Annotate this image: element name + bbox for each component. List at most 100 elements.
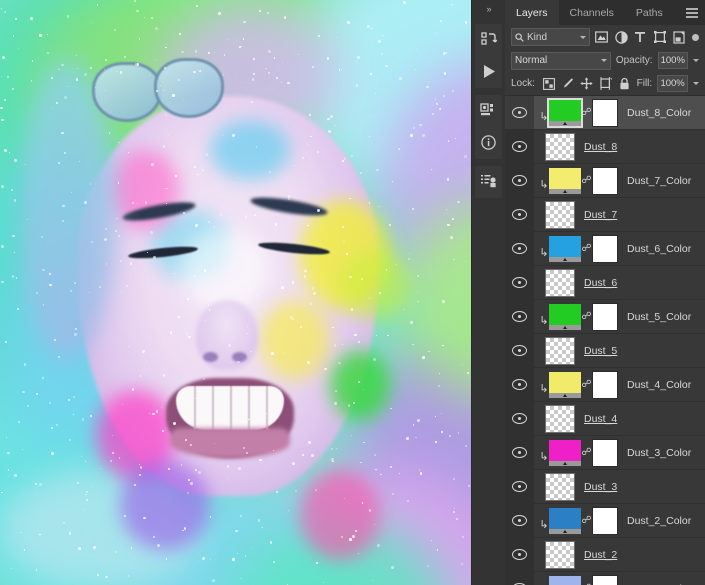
collapsed-panel-rail[interactable]: » (471, 0, 505, 585)
layer-row[interactable]: ↳ ☍ Dust_2_Color (505, 504, 705, 538)
layer-mask-thumbnail[interactable] (592, 438, 618, 467)
layer-fill-thumbnail[interactable] (549, 439, 581, 466)
layer-thumbnails[interactable] (534, 336, 575, 365)
layer-name[interactable]: Dust_3_Color (627, 447, 691, 459)
layer-thumbnails[interactable] (534, 404, 575, 433)
layer-fill-thumbnail[interactable] (549, 167, 581, 194)
layer-row[interactable]: ↳ ☍ Dust_8_Color (505, 96, 705, 130)
filter-kind-select[interactable]: Kind (511, 28, 590, 46)
layer-thumbnails[interactable]: ↳☍ (534, 505, 618, 536)
layer-fill-thumbnail[interactable] (549, 507, 581, 534)
layer-name[interactable]: Dust_7_Color (627, 175, 691, 187)
layer-row[interactable]: ↳ ☍ Dust_6_Color (505, 232, 705, 266)
layer-name[interactable]: Dust_5 (584, 345, 617, 357)
layer-mask-thumbnail[interactable] (592, 506, 618, 535)
layer-visibility-toggle[interactable] (505, 130, 534, 163)
layer-name[interactable]: Dust_8_Color (627, 107, 691, 119)
filter-enable-toggle[interactable] (692, 33, 699, 41)
layer-name[interactable]: Dust_7 (584, 209, 617, 221)
layer-name[interactable]: Dust_4 (584, 413, 617, 425)
opacity-chevron-down-icon[interactable] (693, 59, 699, 62)
actions-play-icon[interactable] (476, 59, 501, 84)
layer-name[interactable]: Dust_8 (584, 141, 617, 153)
lock-image-pixels-icon[interactable] (561, 76, 575, 91)
chevron-down-icon[interactable] (579, 35, 586, 39)
pixel-layer-filter-icon[interactable] (595, 29, 609, 45)
layer-visibility-toggle[interactable] (505, 572, 534, 585)
layer-fill-thumbnail[interactable] (547, 97, 583, 128)
layer-name[interactable]: Dust_2 (584, 549, 617, 561)
history-icon[interactable] (476, 27, 501, 52)
layer-fill-thumbnail[interactable] (549, 235, 581, 262)
lock-transparent-pixels-icon[interactable] (542, 76, 556, 91)
tab-paths[interactable]: Paths (625, 0, 674, 25)
layer-pixel-thumbnail[interactable] (545, 132, 575, 161)
layer-thumbnails[interactable] (534, 132, 575, 161)
layer-mask-thumbnail[interactable] (592, 574, 618, 585)
layer-mask-thumbnail[interactable] (592, 98, 618, 127)
layer-thumbnails[interactable]: ↳☍ (534, 369, 618, 400)
layer-row[interactable]: Dust_6 (505, 266, 705, 300)
layer-row[interactable]: Dust_4 (505, 402, 705, 436)
layer-thumbnails[interactable]: ↳☍ (534, 233, 618, 264)
layer-row[interactable]: ↳☍Dust_1_Color (505, 572, 705, 585)
fill-value[interactable]: 100% (657, 75, 688, 92)
layer-pixel-thumbnail[interactable] (545, 404, 575, 433)
layer-visibility-toggle[interactable] (505, 96, 534, 129)
layer-thumbnails[interactable]: ↳☍ (534, 437, 618, 468)
layer-row[interactable]: Dust_8 (505, 130, 705, 164)
layer-fill-thumbnail[interactable] (549, 371, 581, 398)
layer-thumbnails[interactable] (534, 472, 575, 501)
layer-row[interactable]: Dust_7 (505, 198, 705, 232)
blend-mode-select[interactable]: Normal (511, 51, 611, 70)
layer-visibility-toggle[interactable] (505, 198, 534, 231)
opacity-value[interactable]: 100% (657, 52, 688, 69)
layer-row[interactable]: Dust_3 (505, 470, 705, 504)
layer-visibility-toggle[interactable] (505, 300, 534, 333)
layer-name[interactable]: Dust_2_Color (627, 515, 691, 527)
layer-fill-thumbnail[interactable] (549, 303, 581, 330)
layer-name[interactable]: Dust_5_Color (627, 311, 691, 323)
layer-pixel-thumbnail[interactable] (545, 268, 575, 297)
link-icon[interactable]: ☍ (581, 311, 592, 322)
layer-visibility-toggle[interactable] (505, 504, 534, 537)
layer-name[interactable]: Dust_6 (584, 277, 617, 289)
layer-visibility-toggle[interactable] (505, 402, 534, 435)
layer-pixel-thumbnail[interactable] (545, 336, 575, 365)
link-icon[interactable]: ☍ (581, 515, 592, 526)
layer-thumbnails[interactable]: ↳☍ (534, 97, 618, 128)
layer-list[interactable]: ↳ ☍ Dust_8_Color Dust_8 ↳ ☍ Dust_7_Color Dust_7… (505, 96, 705, 585)
layer-row[interactable]: Dust_2 (505, 538, 705, 572)
layer-fill-thumbnail[interactable] (549, 575, 581, 585)
layer-pixel-thumbnail[interactable] (545, 540, 575, 569)
info-icon[interactable] (476, 130, 501, 155)
layer-visibility-toggle[interactable] (505, 164, 534, 197)
layer-mask-thumbnail[interactable] (592, 302, 618, 331)
lock-position-icon[interactable] (580, 76, 594, 91)
layer-thumbnails[interactable]: ↳☍ (534, 301, 618, 332)
link-icon[interactable]: ☍ (581, 379, 592, 390)
layer-row[interactable]: ↳ ☍ Dust_7_Color (505, 164, 705, 198)
collapse-panels-button[interactable]: » (472, 0, 505, 17)
layer-name[interactable]: Dust_4_Color (627, 379, 691, 391)
layer-row[interactable]: ↳ ☍ Dust_5_Color (505, 300, 705, 334)
image-canvas[interactable] (0, 0, 472, 585)
link-icon[interactable]: ☍ (581, 107, 592, 118)
shape-layer-filter-icon[interactable] (653, 29, 667, 45)
layer-pixel-thumbnail[interactable] (545, 472, 575, 501)
layer-visibility-toggle[interactable] (505, 470, 534, 503)
layer-visibility-toggle[interactable] (505, 334, 534, 367)
layer-thumbnails[interactable] (534, 200, 575, 229)
type-layer-filter-icon[interactable] (633, 29, 647, 45)
layer-mask-thumbnail[interactable] (592, 234, 618, 263)
layer-visibility-toggle[interactable] (505, 266, 534, 299)
layer-visibility-toggle[interactable] (505, 436, 534, 469)
layer-thumbnails[interactable] (534, 540, 575, 569)
layer-row[interactable]: ↳ ☍ Dust_3_Color (505, 436, 705, 470)
layer-name[interactable]: Dust_6_Color (627, 243, 691, 255)
layer-mask-thumbnail[interactable] (592, 166, 618, 195)
layer-row[interactable]: ↳ ☍ Dust_4_Color (505, 368, 705, 402)
adjustment-layer-filter-icon[interactable] (614, 29, 628, 45)
libraries-icon[interactable] (476, 169, 501, 194)
layer-visibility-toggle[interactable] (505, 368, 534, 401)
